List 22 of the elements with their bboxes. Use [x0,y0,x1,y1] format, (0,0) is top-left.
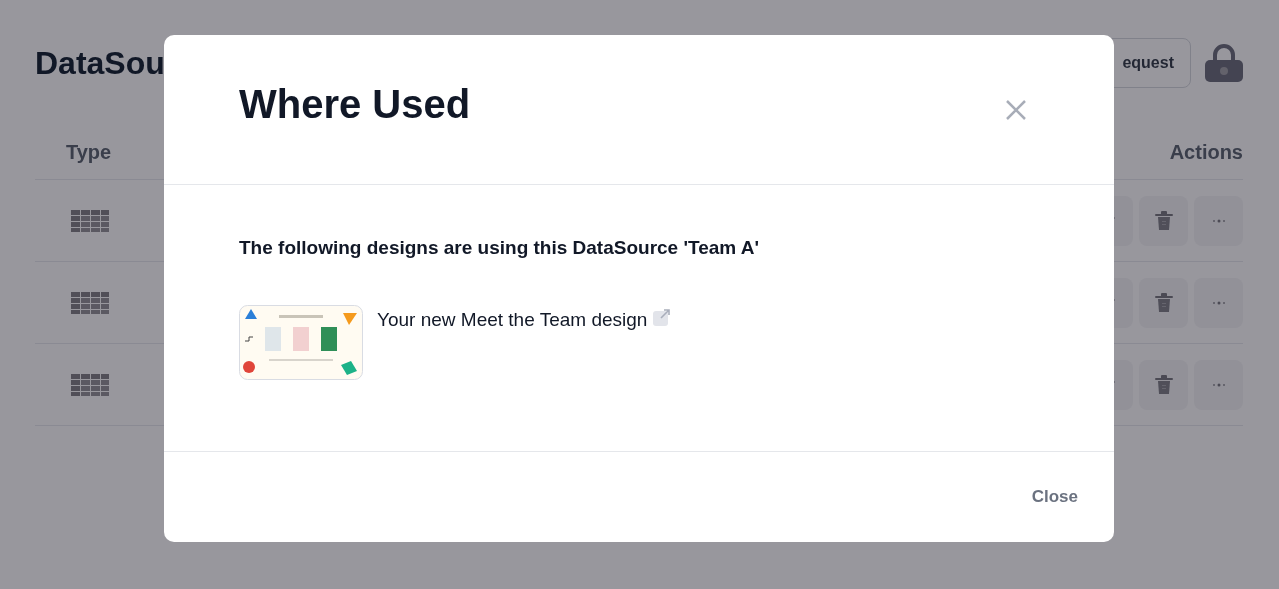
close-icon[interactable] [1005,98,1027,121]
trash-icon [1154,292,1173,313]
external-link-icon[interactable] [653,308,672,326]
page-title: DataSou [35,44,165,82]
column-header: Type [66,141,112,164]
delete-button[interactable] [1139,277,1188,328]
column-header: Actions [1169,141,1243,164]
more-icon [1211,300,1226,305]
more-icon [1211,382,1226,387]
modal-message: The following designs are using this DataSource 'Team A' [239,237,760,259]
table-icon [71,291,109,314]
delete-button[interactable] [1139,359,1188,410]
delete-button[interactable] [1139,195,1188,246]
lock-icon[interactable] [1205,44,1243,82]
more-icon [1211,218,1226,223]
design-link[interactable]: Your new Meet the Team design [377,309,648,331]
trash-icon [1154,374,1173,395]
trash-icon [1154,210,1173,231]
modal-title: Where Used [239,82,471,127]
close-button[interactable]: Close [1031,483,1078,511]
table-icon [71,373,109,396]
table-icon [71,209,109,232]
